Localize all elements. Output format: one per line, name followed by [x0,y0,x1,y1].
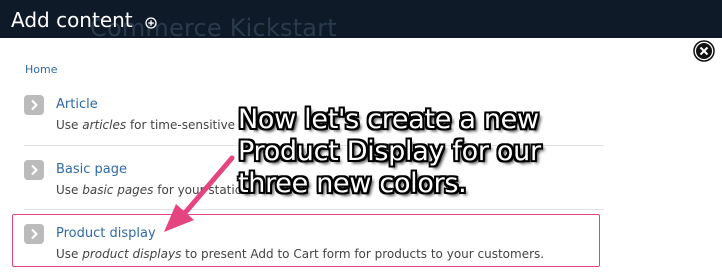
chevron-right-icon[interactable] [24,160,44,180]
plus-circle-icon[interactable] [145,17,157,29]
breadcrumb-home[interactable]: Home [25,63,57,76]
item-description-article: Use articles for time-sensitive c [56,118,246,132]
page-title: Add content [11,8,133,32]
top-bar: Commerce Kickstart Add content [0,0,722,38]
chevron-right-icon[interactable] [24,95,44,115]
item-title-basic-page[interactable]: Basic page [56,162,127,177]
close-icon[interactable] [693,40,715,62]
chevron-right-icon[interactable] [24,224,44,244]
item-description-product-display: Use product displays to present Add to C… [56,247,545,261]
divider [24,209,604,210]
item-title-article[interactable]: Article [56,97,98,112]
annotation-callout: Now let's create a new Product Display f… [238,104,541,199]
item-title-product-display[interactable]: Product display [56,226,156,241]
item-description-basic-page: Use basic pages for your static [56,183,242,197]
